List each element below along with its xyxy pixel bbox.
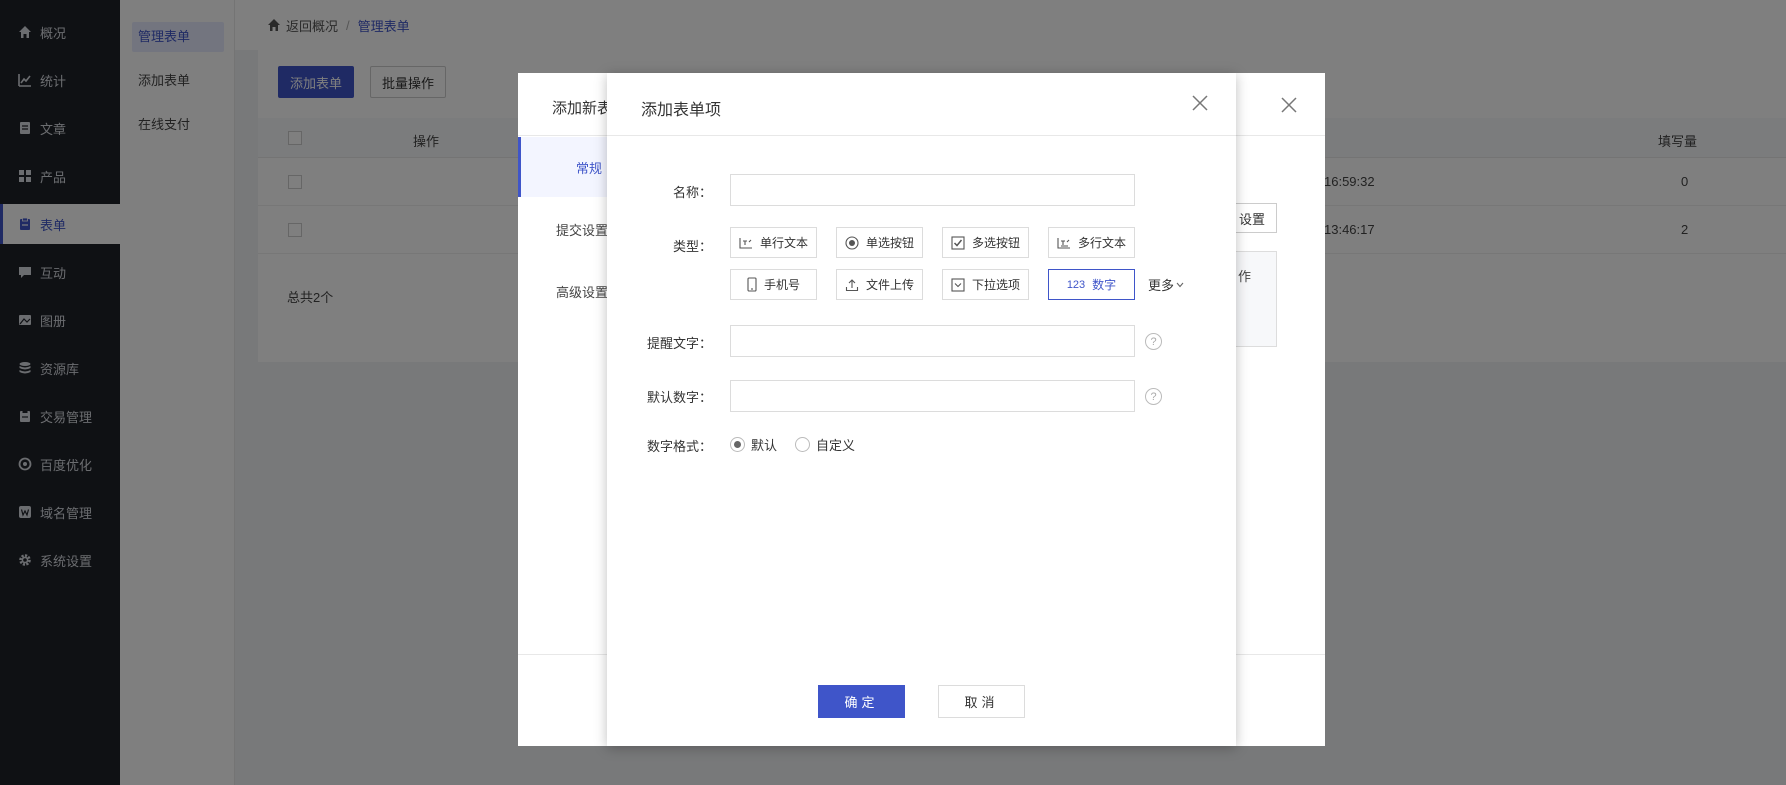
- number-format-label: 数字格式：: [646, 439, 712, 454]
- radio-label: 自定义: [816, 438, 856, 453]
- tab-general[interactable]: 常规: [518, 137, 608, 197]
- dialog-title: 添加表单项: [641, 102, 722, 119]
- close-icon[interactable]: [1279, 95, 1299, 115]
- radio-label: 默认: [751, 438, 778, 453]
- type-label-text: 文件上传: [865, 278, 914, 292]
- hint-text-input[interactable]: [730, 325, 1135, 357]
- radio-icon: [845, 235, 859, 250]
- help-icon[interactable]: ?: [1145, 388, 1162, 405]
- type-checkbox-button[interactable]: 多选按钮: [942, 227, 1029, 258]
- type-label-text: 单选按钮: [865, 236, 914, 250]
- side-panel-text: 作: [1238, 269, 1252, 284]
- checkbox-icon: [951, 235, 965, 250]
- type-label: 类型：: [672, 239, 712, 254]
- more-types-dropdown[interactable]: 更多: [1148, 275, 1184, 294]
- type-phone-button[interactable]: 手机号: [730, 269, 817, 300]
- type-label-text: 单行文本: [759, 236, 808, 250]
- cancel-button[interactable]: 取消: [938, 685, 1025, 718]
- hint-text-label: 提醒文字：: [646, 336, 712, 351]
- radio-checked-icon: [730, 437, 745, 452]
- type-number-button[interactable]: 123 数字: [1048, 269, 1135, 300]
- upload-icon: [845, 278, 859, 292]
- type-label-text: 手机号: [763, 278, 800, 292]
- more-label: 更多: [1148, 278, 1175, 293]
- number-icon: 123: [1066, 278, 1086, 291]
- add-form-item-dialog: 添加表单项 名称： 类型： 单行文本 单选按钮 多选按钮 多行文本 手机号 文件…: [607, 73, 1236, 746]
- divider: [607, 135, 1236, 136]
- type-label-text: 下拉选项: [971, 278, 1020, 292]
- type-radio-button[interactable]: 单选按钮: [836, 227, 923, 258]
- format-custom-radio[interactable]: 自定义: [795, 435, 855, 454]
- name-label: 名称：: [672, 185, 712, 200]
- tab-submit-settings[interactable]: 提交设置: [518, 199, 608, 259]
- type-file-upload-button[interactable]: 文件上传: [836, 269, 923, 300]
- dialog-title: 添加新表: [552, 100, 613, 117]
- dropdown-icon: [951, 277, 965, 292]
- type-dropdown-button[interactable]: 下拉选项: [942, 269, 1029, 300]
- default-number-input[interactable]: [730, 380, 1135, 412]
- type-label-text: 多选按钮: [971, 236, 1020, 250]
- help-icon[interactable]: ?: [1145, 333, 1162, 350]
- type-label-text: 数字: [1092, 278, 1117, 292]
- default-number-label: 默认数字：: [646, 390, 712, 405]
- single-line-text-icon: [739, 237, 753, 249]
- radio-unchecked-icon: [795, 437, 810, 452]
- type-label-text: 多行文本: [1077, 236, 1126, 250]
- confirm-button[interactable]: 确定: [818, 685, 905, 718]
- name-input[interactable]: [730, 174, 1135, 206]
- multi-line-text-icon: [1057, 237, 1071, 249]
- type-single-line-text-button[interactable]: 单行文本: [730, 227, 817, 258]
- chevron-down-icon: [1176, 282, 1184, 287]
- format-default-radio[interactable]: 默认: [730, 435, 777, 454]
- tab-advanced-settings[interactable]: 高级设置: [518, 261, 608, 321]
- phone-icon: [747, 277, 757, 292]
- type-multi-line-text-button[interactable]: 多行文本: [1048, 227, 1135, 258]
- close-icon[interactable]: [1190, 93, 1210, 113]
